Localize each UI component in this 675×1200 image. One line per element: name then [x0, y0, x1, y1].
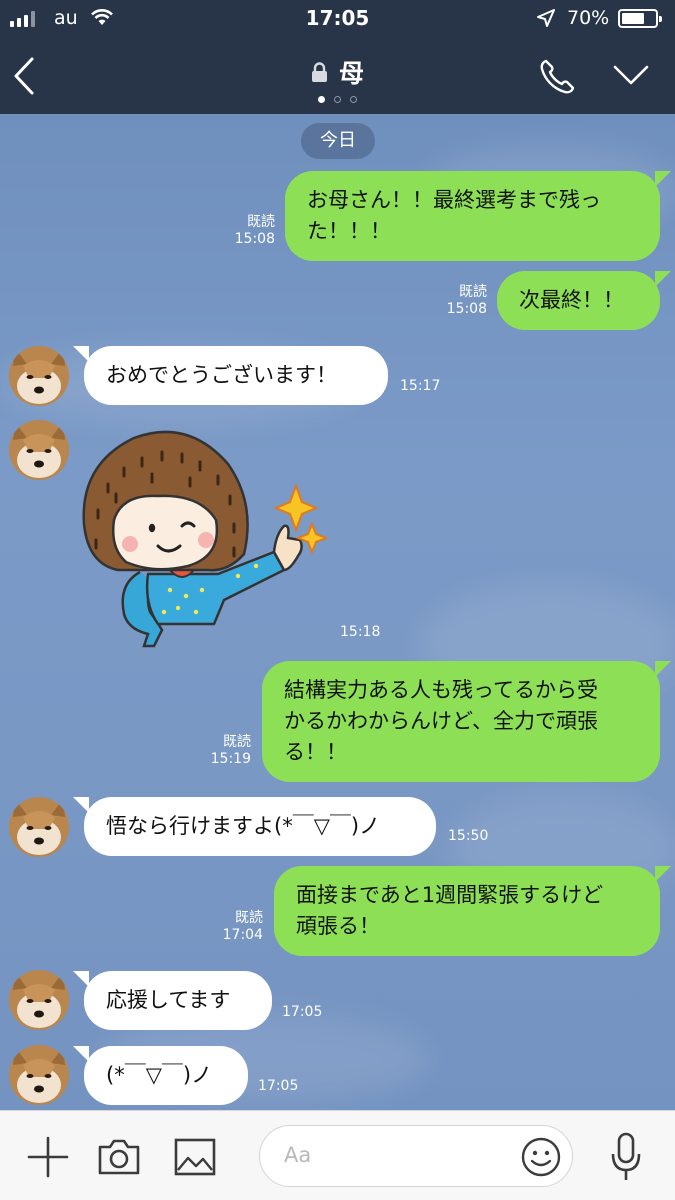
message-time: 17:04: [222, 927, 263, 943]
message-bubble-incoming[interactable]: 応援してます: [73, 971, 272, 1030]
message-time: 15:08: [234, 231, 275, 247]
message-text-line: 次最終！！: [519, 288, 624, 312]
avatar[interactable]: [9, 797, 69, 857]
message-bubble-outgoing[interactable]: 次最終！！: [497, 271, 671, 330]
message-list[interactable]: 今日 既読 15:08 お母さん！！最終選考まで残っ た！！！ 既読 15:08…: [0, 114, 675, 1110]
message-input-placeholder: Aa: [284, 1143, 312, 1167]
page-dot: [318, 96, 325, 103]
location-arrow-icon: [537, 9, 555, 27]
message-text-line: (*￣▽￣)ノ: [106, 1063, 213, 1087]
message-meta: 既読 15:19: [211, 734, 251, 768]
battery-percent: 70%: [567, 7, 610, 29]
message-bubble-incoming[interactable]: おめでとうございます！: [73, 346, 388, 405]
message-text-line: 悟なら行けますよ(*￣▽￣)ノ: [106, 814, 381, 838]
battery-icon: [618, 9, 662, 28]
read-receipt: 既読: [223, 734, 251, 750]
message-text-line: 面接まであと1週間緊張するけど: [296, 883, 604, 907]
page-dot: [350, 96, 357, 103]
avatar[interactable]: [9, 420, 69, 480]
girl-thumbs-up-sticker[interactable]: [78, 424, 338, 649]
message-time: 17:05: [258, 1078, 299, 1094]
message-text-line: る！！: [284, 740, 347, 764]
message-text-line: 頑張る！: [296, 914, 380, 938]
message-text-line: 結構実力ある人も残ってるから受: [284, 678, 598, 702]
page-dot: [334, 96, 341, 103]
chat-title: 母: [339, 59, 365, 88]
shiba-dog-avatar-icon: [9, 797, 69, 857]
message-bubble-outgoing[interactable]: 面接まであと1週間緊張するけど 頑張る！: [274, 866, 671, 956]
message-text-line: お母さん！！最終選考まで残っ: [307, 188, 601, 212]
plus-icon[interactable]: [27, 1136, 69, 1178]
shiba-dog-avatar-icon: [9, 346, 69, 406]
avatar[interactable]: [9, 970, 69, 1030]
message-bubble-outgoing[interactable]: お母さん！！最終選考まで残っ た！！！: [285, 171, 671, 261]
shiba-dog-avatar-icon: [9, 970, 69, 1030]
message-time: 15:19: [210, 751, 251, 767]
message-meta: 既読 15:08: [447, 284, 487, 318]
message-time: 15:50: [448, 828, 489, 844]
emoji-icon[interactable]: [520, 1136, 562, 1178]
avatar[interactable]: [9, 1045, 69, 1105]
read-receipt: 既読: [247, 214, 275, 230]
phone-icon[interactable]: [538, 58, 576, 96]
message-composer: Aa: [0, 1110, 675, 1200]
message-text-line: 応援してます: [106, 988, 231, 1012]
status-bar: au 17:05 70%: [0, 0, 675, 38]
lock-icon: [311, 61, 327, 82]
message-time: 15:18: [340, 624, 381, 640]
read-receipt: 既読: [235, 910, 263, 926]
message-text-line: た！！！: [307, 219, 391, 243]
message-bubble-outgoing[interactable]: 結構実力ある人も残ってるから受 かるかわからんけど、全力で頑張 る！！: [262, 661, 671, 782]
shiba-dog-avatar-icon: [9, 420, 69, 480]
date-separator: 今日: [301, 123, 375, 159]
message-meta: 既読 17:04: [223, 910, 263, 944]
microphone-icon[interactable]: [610, 1132, 642, 1182]
chat-header: au 17:05 70% 母: [0, 0, 675, 114]
avatar[interactable]: [9, 346, 69, 406]
message-time: 15:17: [400, 378, 441, 394]
message-bubble-incoming[interactable]: (*￣▽￣)ノ: [73, 1046, 248, 1105]
message-time: 17:05: [282, 1004, 323, 1020]
message-time: 15:08: [446, 301, 487, 317]
read-receipt: 既読: [459, 284, 487, 300]
message-input[interactable]: Aa: [259, 1125, 573, 1187]
message-text-line: おめでとうございます！: [106, 363, 337, 387]
message-meta: 既読 15:08: [235, 214, 275, 248]
image-icon[interactable]: [174, 1138, 216, 1176]
shiba-dog-avatar-icon: [9, 1045, 69, 1105]
chevron-down-icon[interactable]: [612, 64, 650, 86]
message-bubble-incoming[interactable]: 悟なら行けますよ(*￣▽￣)ノ: [73, 797, 436, 856]
camera-icon[interactable]: [97, 1138, 141, 1176]
message-text-line: かるかわからんけど、全力で頑張: [284, 709, 598, 733]
page-indicator: [0, 96, 675, 103]
